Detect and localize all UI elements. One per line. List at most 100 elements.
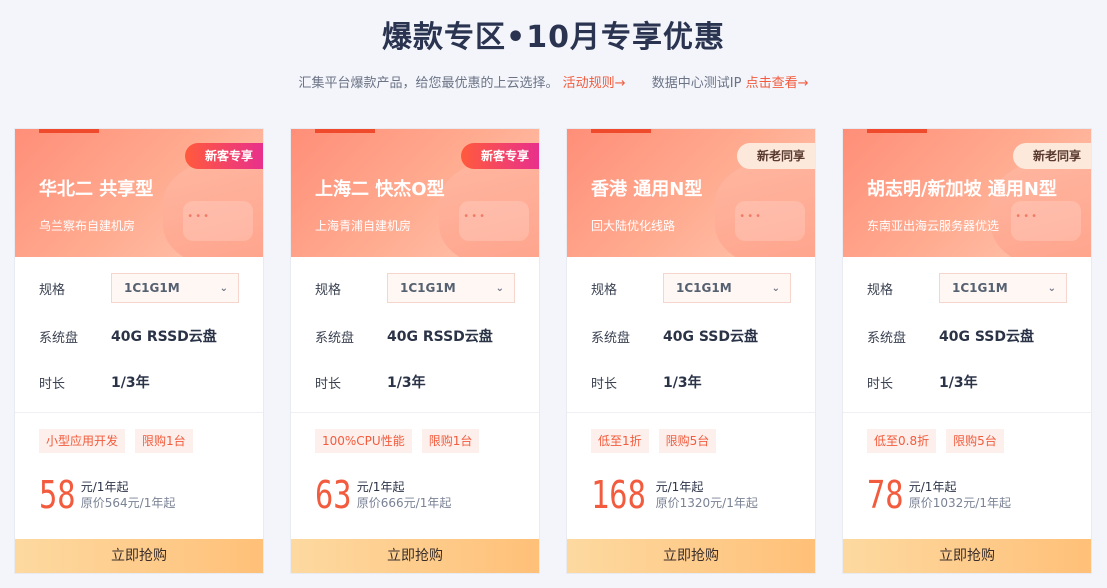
product-cards: ••• 新客专享 华北二 共享型 乌兰察布自建机房 规格 1C1G1M ⌄ 系统… [14,128,1093,574]
disk-value: 40G RSSD云盘 [387,329,493,345]
region-title: 香港 通用N型 [591,179,703,200]
view-test-ip-link[interactable]: 点击查看→ [746,76,809,91]
disk-label: 系统盘 [315,330,355,346]
datacenter-desc: 回大陆优化线路 [591,219,676,233]
header-accent-bar [315,129,375,133]
server-dots-icon: ••• [463,211,487,222]
duration-value: 1/3年 [663,375,702,391]
spec-row: 规格 1C1G1M ⌄ [315,273,515,303]
feature-tags: 低至0.8折 限购5台 [867,429,1004,453]
duration-label: 时长 [315,376,342,392]
duration-row: 时长 1/3年 [591,367,791,397]
header-accent-bar [867,129,927,133]
server-dots-icon: ••• [739,211,763,222]
purchase-limit-tag: 限购1台 [421,429,480,453]
duration-value: 1/3年 [387,375,426,391]
datacenter-desc: 乌兰察布自建机房 [39,219,136,233]
buy-now-button[interactable]: 立即抢购 [843,539,1091,573]
original-price: 原价1032元/1年起 [908,496,1011,510]
promo-badge: 新老同享 [736,143,815,169]
feature-tags: 低至1折 限购5台 [591,429,717,453]
spec-label: 规格 [591,282,618,298]
duration-label: 时长 [39,376,66,392]
chevron-down-icon: ⌄ [771,282,780,294]
disk-value: 40G SSD云盘 [939,329,1035,345]
promo-badge: 新客专享 [460,143,539,169]
card-header: ••• 新老同享 胡志明/新加坡 通用N型 东南亚出海云服务器优选 [843,129,1091,257]
price-value: 63 [315,473,352,517]
price-unit: 元/1年起 [356,480,405,494]
spec-row: 规格 1C1G1M ⌄ [591,273,791,303]
chevron-down-icon: ⌄ [219,282,228,294]
activity-rules-link[interactable]: 活动规则→ [563,76,626,91]
price-unit: 元/1年起 [908,480,957,494]
card-header: ••• 新客专享 上海二 快杰O型 上海青浦自建机房 [291,129,539,257]
price-meta: 元/1年起 原价1320元/1年起 [656,479,758,511]
product-card: ••• 新客专享 华北二 共享型 乌兰察布自建机房 规格 1C1G1M ⌄ 系统… [14,128,264,574]
purchase-limit-tag: 限购5台 [946,429,1004,453]
original-price: 原价564元/1年起 [80,496,176,510]
disk-value: 40G SSD云盘 [663,329,759,345]
disk-row: 系统盘 40G SSD云盘 [867,321,1067,351]
spec-select-value: 1C1G1M [400,281,456,295]
card-divider [15,412,263,413]
header-accent-bar [591,129,651,133]
original-price: 原价1320元/1年起 [655,496,758,510]
spec-select-value: 1C1G1M [124,281,180,295]
price-meta: 元/1年起 原价666元/1年起 [357,479,452,511]
card-divider [567,412,815,413]
region-title: 胡志明/新加坡 通用N型 [867,179,1057,200]
buy-now-button[interactable]: 立即抢购 [15,539,263,573]
disk-label: 系统盘 [591,330,631,346]
datacenter-desc: 东南亚出海云服务器优选 [867,219,1000,233]
buy-now-button[interactable]: 立即抢购 [291,539,539,573]
feature-tag: 低至1折 [591,429,649,453]
region-title: 华北二 共享型 [39,179,154,200]
card-divider [843,412,1091,413]
card-header: ••• 新老同享 香港 通用N型 回大陆优化线路 [567,129,815,257]
spec-label: 规格 [39,282,66,298]
datacenter-desc: 上海青浦自建机房 [315,219,412,233]
spec-select[interactable]: 1C1G1M ⌄ [387,273,515,303]
page-title: 爆款专区•10月专享优惠 [382,20,725,55]
duration-value: 1/3年 [939,375,978,391]
duration-label: 时长 [867,376,894,392]
price-block: 58 元/1年起 原价564元/1年起 [39,473,175,517]
spec-row: 规格 1C1G1M ⌄ [867,273,1067,303]
subtitle-text: 汇集平台爆款产品，给您最优惠的上云选择。 [298,76,559,91]
price-block: 168 元/1年起 原价1320元/1年起 [591,473,758,517]
price-value: 78 [867,473,904,517]
spec-select[interactable]: 1C1G1M ⌄ [939,273,1067,303]
disk-label: 系统盘 [39,330,79,346]
price-meta: 元/1年起 原价564元/1年起 [81,479,176,511]
duration-row: 时长 1/3年 [867,367,1067,397]
price-unit: 元/1年起 [655,480,704,494]
spec-select-value: 1C1G1M [952,281,1008,295]
buy-now-button[interactable]: 立即抢购 [567,539,815,573]
price-meta: 元/1年起 原价1032元/1年起 [909,479,1011,511]
disk-label: 系统盘 [867,330,907,346]
server-dots-icon: ••• [187,211,211,222]
disk-row: 系统盘 40G SSD云盘 [591,321,791,351]
original-price: 原价666元/1年起 [356,496,452,510]
promo-badge: 新客专享 [184,143,263,169]
price-value: 58 [39,473,76,517]
price-value: 168 [591,473,646,517]
disk-row: 系统盘 40G RSSD云盘 [39,321,239,351]
purchase-limit-tag: 限购5台 [658,429,717,453]
product-card: ••• 新老同享 香港 通用N型 回大陆优化线路 规格 1C1G1M ⌄ 系统盘… [566,128,816,574]
duration-value: 1/3年 [111,375,150,391]
price-unit: 元/1年起 [80,480,129,494]
feature-tags: 100%CPU性能 限购1台 [315,429,480,453]
feature-tag: 小型应用开发 [39,429,126,453]
page-subtitle: 汇集平台爆款产品，给您最优惠的上云选择。 活动规则→ 数据中心测试IP 点击查看… [0,72,1107,91]
spec-select[interactable]: 1C1G1M ⌄ [663,273,791,303]
server-dots-icon: ••• [1015,211,1039,222]
feature-tag: 100%CPU性能 [315,429,412,453]
purchase-limit-tag: 限购1台 [135,429,193,453]
price-block: 63 元/1年起 原价666元/1年起 [315,473,451,517]
spec-select[interactable]: 1C1G1M ⌄ [111,273,239,303]
spec-label: 规格 [867,282,894,298]
product-card: ••• 新客专享 上海二 快杰O型 上海青浦自建机房 规格 1C1G1M ⌄ 系… [290,128,540,574]
price-block: 78 元/1年起 原价1032元/1年起 [867,473,1011,517]
